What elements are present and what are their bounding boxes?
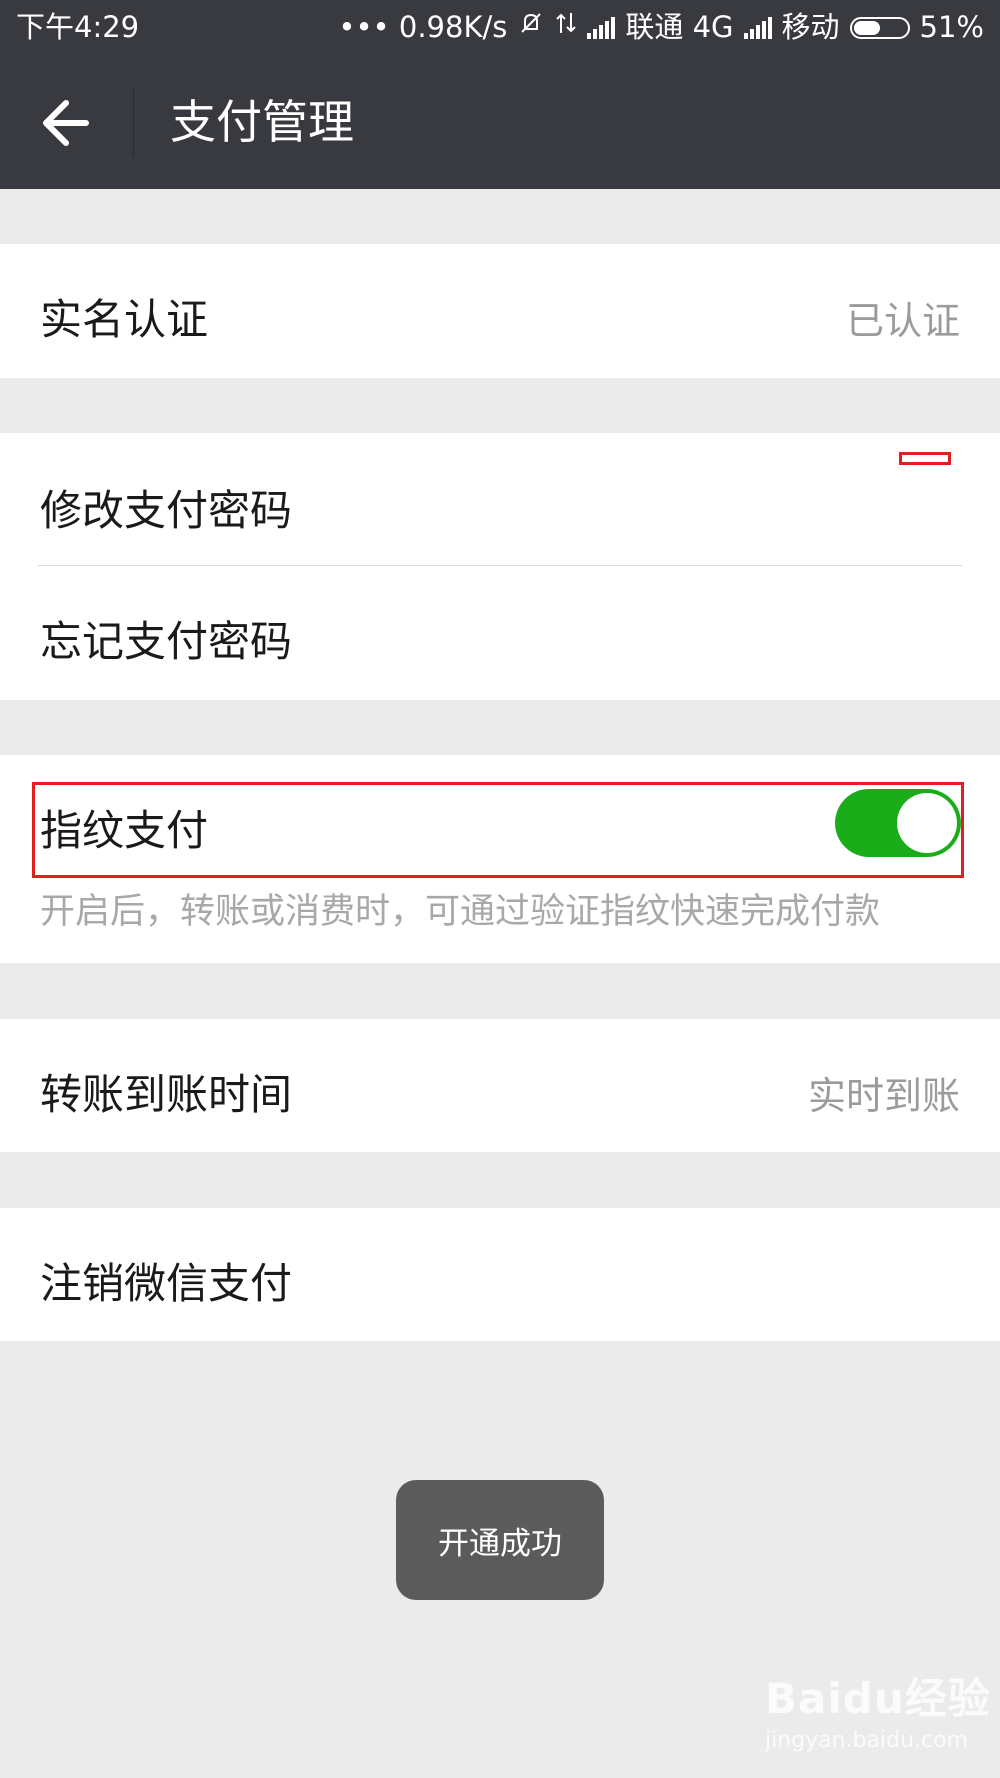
network-speed: ••• 0.98K/s: [338, 10, 508, 44]
back-button[interactable]: [30, 85, 106, 161]
transfer-time-label: 转账到账时间: [40, 1070, 293, 1119]
watermark-url: jingyan.baidu.com: [765, 1728, 969, 1753]
data-transfer-icon: [555, 0, 577, 55]
forgot-password-label: 忘记支付密码: [40, 617, 293, 666]
forgot-password-row[interactable]: 忘记支付密码: [0, 566, 1000, 700]
status-time: 下午4:29: [16, 10, 140, 44]
cancel-wechat-pay-row[interactable]: 注销微信支付: [0, 1208, 1000, 1341]
real-name-label: 实名认证: [40, 295, 209, 344]
status-indicators: ••• 0.98K/s 联通 4G 移动 51%: [338, 0, 984, 55]
carrier-2: 移动: [781, 10, 840, 44]
toast-text: 开通成功: [438, 1525, 562, 1562]
fingerprint-hint: 开启后，转账或消费时，可通过验证指纹快速完成付款: [40, 892, 881, 932]
arrow-left-icon: [43, 100, 89, 146]
app-bar: 支付管理: [0, 55, 1000, 189]
toast-message: 开通成功: [396, 1480, 604, 1600]
baidu-watermark: Baidu经验 jingyan.baidu.com: [765, 1665, 991, 1753]
change-password-row[interactable]: 修改支付密码: [0, 433, 1000, 566]
battery-level: [853, 20, 881, 35]
app-bar-divider: [133, 89, 134, 157]
transfer-time-value: 实时到账: [807, 1074, 960, 1118]
real-name-row[interactable]: 实名认证 已认证: [0, 244, 1000, 378]
status-bar: 下午4:29 ••• 0.98K/s 联通 4G 移动 51%: [0, 0, 1000, 55]
battery-icon: [849, 16, 910, 39]
cancel-wechat-pay-label: 注销微信支付: [40, 1259, 293, 1308]
transfer-time-row[interactable]: 转账到账时间 实时到账: [0, 1019, 1000, 1152]
carrier-1: 联通 4G: [625, 10, 734, 44]
change-password-label: 修改支付密码: [40, 486, 293, 535]
mute-bell-icon: [517, 0, 545, 55]
password-group: 修改支付密码 忘记支付密码: [0, 433, 1000, 700]
annotation-mark: [899, 452, 951, 465]
annotation-highlight-box: [32, 782, 964, 878]
battery-percent: 51%: [919, 10, 984, 44]
page-title: 支付管理: [170, 95, 354, 149]
signal-icon-2: [743, 16, 772, 39]
watermark-brand: Baidu经验: [765, 1674, 991, 1723]
signal-icon-1: [587, 16, 616, 39]
real-name-status: 已认证: [845, 299, 960, 343]
